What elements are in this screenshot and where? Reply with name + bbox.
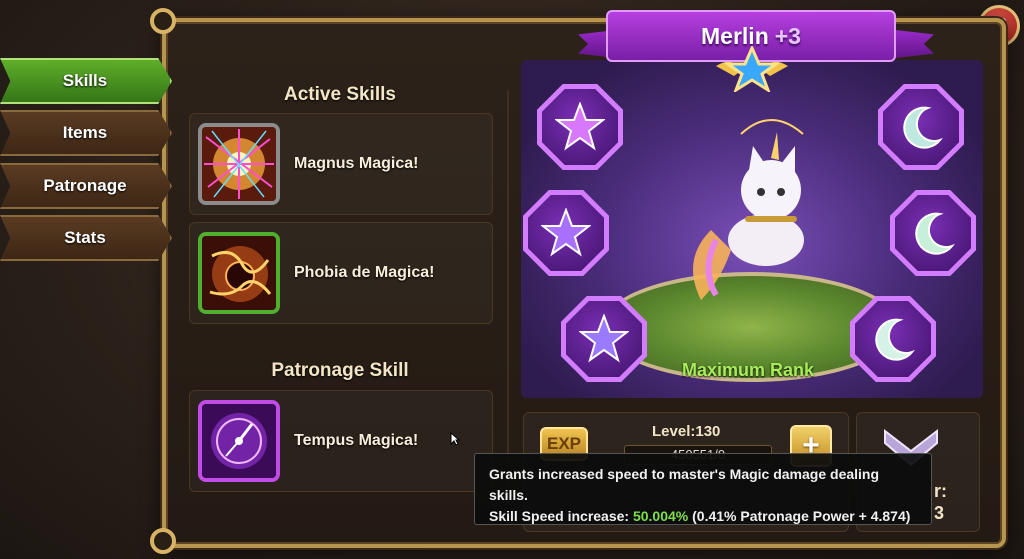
pet-item-slot[interactable] — [537, 84, 623, 170]
mouse-cursor-icon — [450, 432, 460, 446]
skill-name: Phobia de Magica! — [294, 264, 435, 281]
pet-level: Level:130 — [652, 423, 721, 440]
rank-star-emblem — [712, 46, 792, 92]
tooltip-stat-label: Skill Speed increase: — [489, 508, 630, 524]
pet-item-slot[interactable] — [523, 190, 609, 276]
tooltip-stat-line: Skill Speed increase: 50.004% (0.41% Pat… — [489, 506, 917, 527]
panel-corner-ornament — [150, 528, 176, 554]
skill-row-tempus-magica[interactable]: Tempus Magica! — [189, 390, 493, 492]
column-divider — [507, 90, 509, 500]
skill-name: Magnus Magica! — [294, 155, 419, 172]
tooltip-stat-value: 50.004% — [632, 508, 689, 524]
active-skills-title: Active Skills — [284, 84, 396, 105]
skill-name: Tempus Magica! — [294, 432, 419, 449]
panel-corner-ornament — [150, 8, 176, 34]
skill-row-magnus-magica[interactable]: Magnus Magica! — [189, 113, 493, 215]
skill-row-phobia-de-magica[interactable]: Phobia de Magica! — [189, 222, 493, 324]
pet-item-slot[interactable] — [561, 296, 647, 382]
tab-skills[interactable]: Skills — [0, 58, 172, 104]
tooltip-stat-detail: (0.41% Patronage Power + 4.874) — [692, 508, 911, 524]
star-gem-icon — [541, 208, 591, 257]
star-gem-icon — [555, 102, 605, 151]
skill-tooltip: Grants increased speed to master's Magic… — [474, 453, 932, 525]
tab-stats[interactable]: Stats — [0, 215, 172, 261]
tab-patronage[interactable]: Patronage — [0, 163, 172, 209]
power-value-fragment: r: 3 — [934, 481, 947, 523]
pet-item-slot[interactable] — [850, 296, 936, 382]
pet-merlin-illustration — [693, 119, 804, 300]
star-gem-icon — [579, 314, 629, 363]
moon-gem-icon — [915, 212, 955, 255]
tab-items[interactable]: Items — [0, 110, 172, 156]
tooltip-description: Grants increased speed to master's Magic… — [489, 466, 880, 503]
magnus-magica-icon — [198, 123, 280, 205]
moon-gem-icon — [903, 106, 943, 149]
pet-item-slot[interactable] — [878, 84, 964, 170]
moon-gem-icon — [875, 318, 915, 361]
pet-item-slot[interactable] — [890, 190, 976, 276]
rank-status: Maximum Rank — [681, 360, 815, 380]
patronage-skill-title: Patronage Skill — [271, 360, 409, 381]
tempus-magica-icon — [198, 400, 280, 482]
phobia-de-magica-icon — [198, 232, 280, 314]
